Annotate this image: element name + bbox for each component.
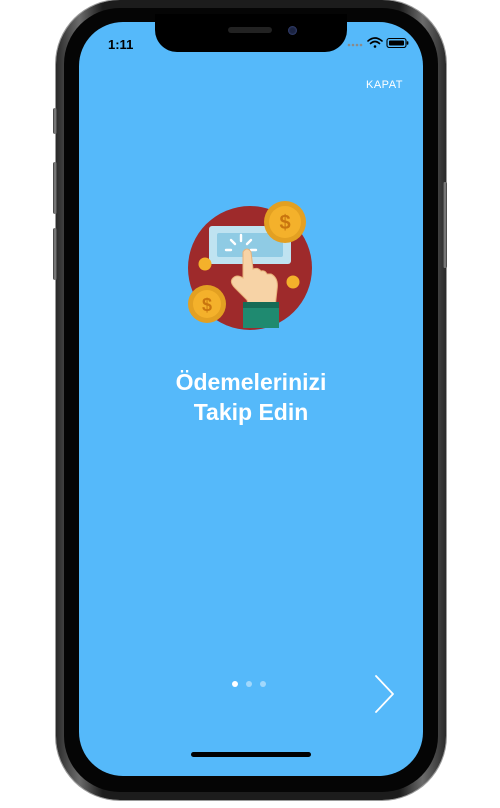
title-line-2: Takip Edin — [193, 399, 309, 425]
payment-tracking-icon: $ $ — [188, 201, 312, 330]
earpiece-speaker — [228, 27, 272, 33]
title-line-1: Ödemelerinizi — [175, 369, 327, 395]
volume-up-button — [53, 162, 57, 214]
next-button[interactable] — [370, 672, 398, 716]
front-camera — [288, 26, 297, 35]
volume-down-button — [53, 228, 57, 280]
home-indicator[interactable] — [191, 752, 311, 757]
close-button[interactable]: KAPAT — [366, 79, 403, 91]
power-button — [443, 182, 447, 268]
page-dot-1[interactable] — [232, 681, 238, 687]
mute-switch — [53, 108, 57, 134]
page-indicator[interactable] — [229, 680, 273, 690]
battery-icon — [386, 37, 409, 49]
chevron-right-icon — [375, 675, 394, 713]
status-time: 1:11 — [108, 37, 134, 52]
status-icons — [347, 37, 409, 49]
notch — [155, 14, 347, 52]
signal-icon — [347, 43, 363, 47]
wifi-icon — [367, 37, 383, 48]
svg-text:$: $ — [202, 295, 212, 315]
page-dot-2[interactable] — [246, 681, 252, 687]
page-dot-3[interactable] — [260, 681, 266, 687]
onboarding-title: Ödemelerinizi Takip Edin — [79, 367, 423, 427]
svg-text:$: $ — [279, 212, 290, 234]
